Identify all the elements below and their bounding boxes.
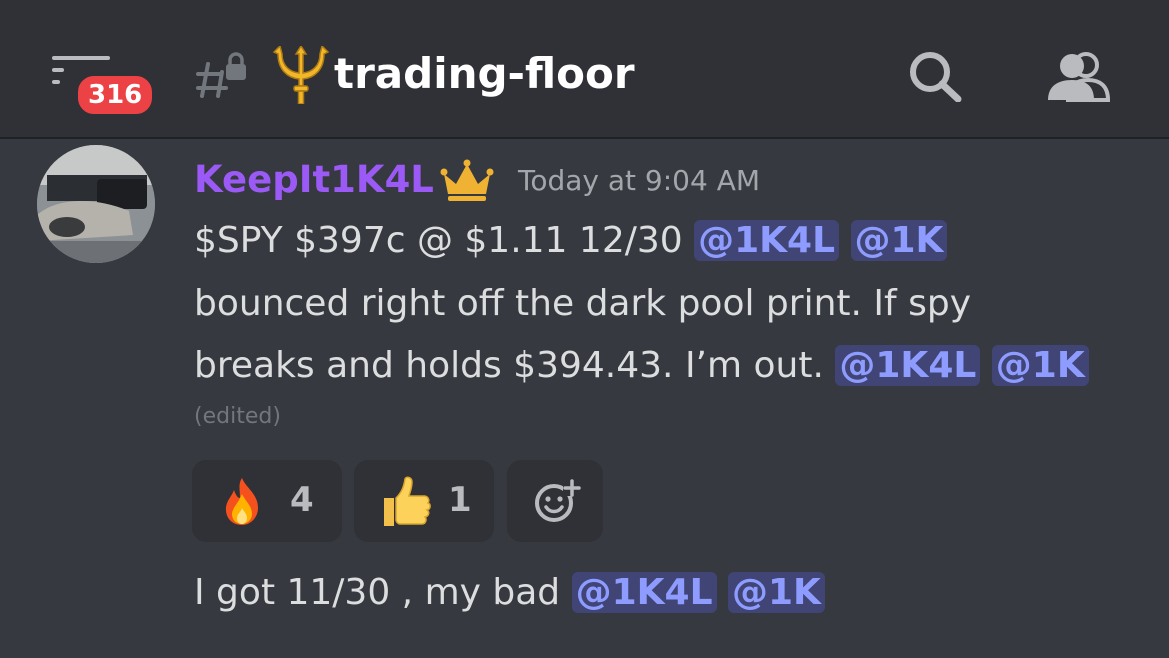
user-mention[interactable]: @1K4L <box>571 572 717 613</box>
message-line: $SPY $397c @ $1.11 12/30 @1K4L @1K <box>194 215 948 267</box>
channel-name[interactable]: trading-floor <box>334 48 635 100</box>
trident-emoji <box>272 46 330 104</box>
locked-hash-icon <box>196 52 246 98</box>
message-timestamp: Today at 9:04 AM <box>518 164 761 197</box>
reaction-thumbs-up[interactable]: 1 <box>354 460 494 542</box>
avatar[interactable] <box>37 145 155 263</box>
user-mention[interactable]: @1K <box>728 572 825 613</box>
user-mention[interactable]: @1K <box>991 345 1089 386</box>
message-line: breaks and holds $394.43. I’m out. @1K4L… <box>194 340 1089 392</box>
crown-icon <box>440 159 494 201</box>
reaction-count: 1 <box>448 480 472 520</box>
search-icon[interactable] <box>906 50 964 102</box>
user-mention[interactable]: @1K <box>850 220 948 261</box>
fire-emoji <box>225 478 258 525</box>
menu-button[interactable]: 316 <box>52 54 157 118</box>
add-reaction-icon <box>535 479 581 522</box>
edited-label: (edited) <box>194 404 281 429</box>
reaction-count: 4 <box>290 480 314 520</box>
members-icon[interactable] <box>1046 50 1112 102</box>
add-reaction-button[interactable] <box>507 460 603 542</box>
message-line: bounced right off the dark pool print. I… <box>194 278 971 330</box>
message-text: breaks and holds $394.43. I’m out. <box>194 345 824 386</box>
message-text: bounced right off the dark pool print. I… <box>194 283 972 324</box>
message-author[interactable]: KeepIt1K4L <box>194 156 434 204</box>
channel-header: 316 trading-floor <box>0 0 1169 139</box>
reaction-fire[interactable]: 4 <box>192 460 342 542</box>
user-mention[interactable]: @1K4L <box>694 220 840 261</box>
thumbs-up-emoji <box>384 476 431 526</box>
unread-badge: 316 <box>74 72 157 118</box>
message-line: I got 11/30 , my bad @1K4L @1K <box>194 567 825 619</box>
message-text: I got 11/30 , my bad <box>194 572 561 613</box>
user-mention[interactable]: @1K4L <box>835 345 981 386</box>
message-text: $SPY $397c @ $1.11 12/30 <box>194 220 683 261</box>
